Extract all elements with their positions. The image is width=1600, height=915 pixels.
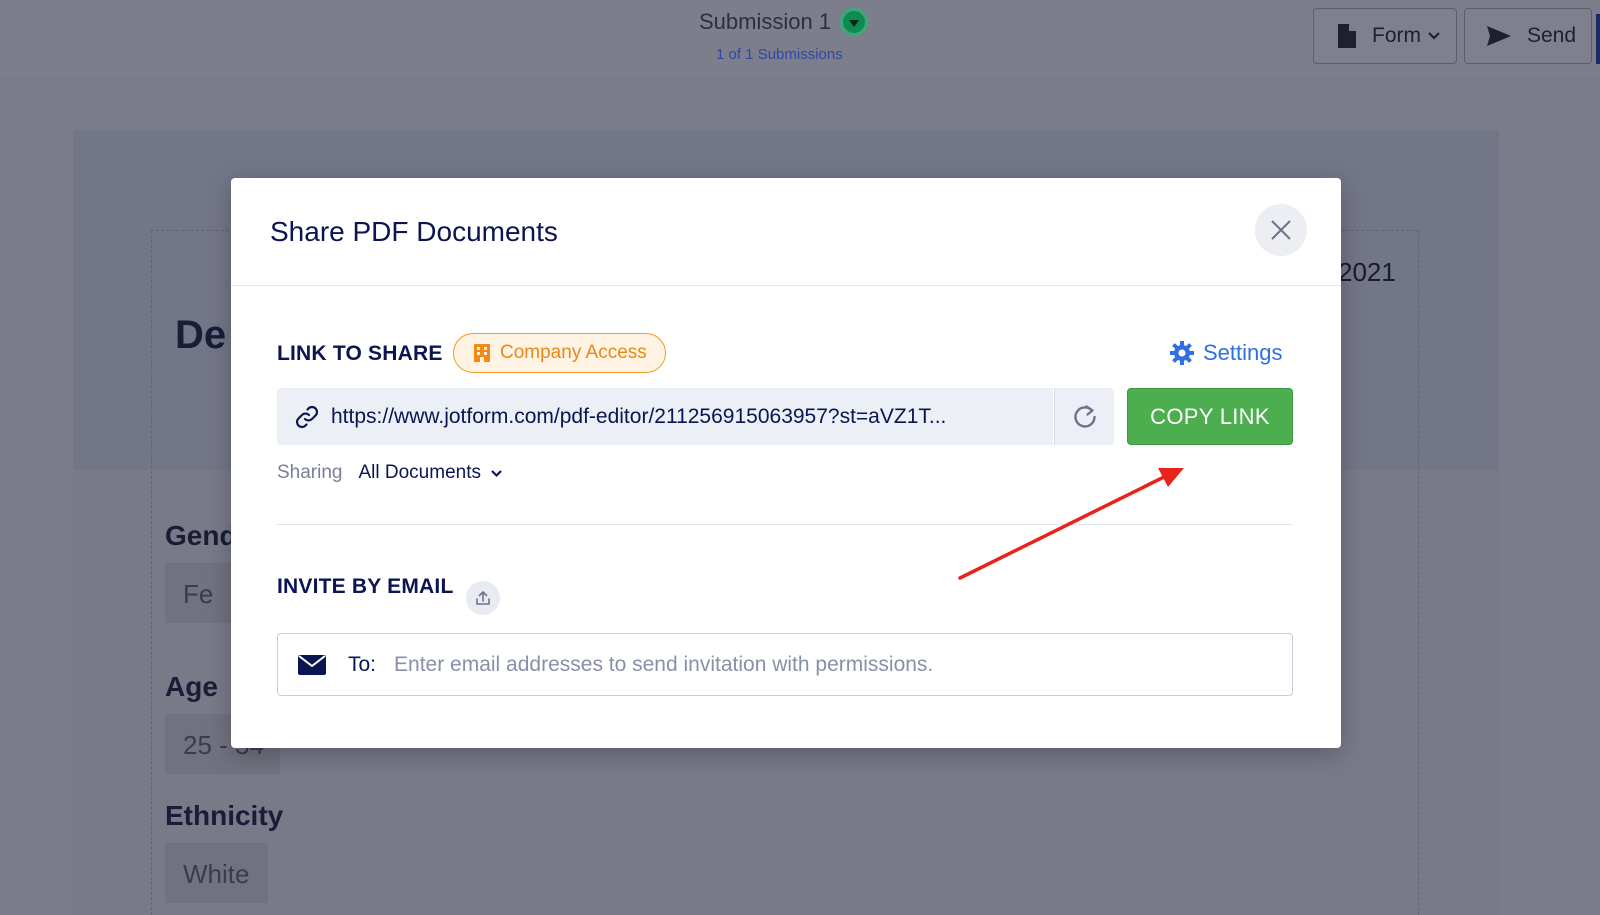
settings-link[interactable]: Settings	[1170, 340, 1283, 366]
link-section-label: LINK TO SHARE	[277, 342, 443, 365]
regenerate-link-button[interactable]	[1054, 388, 1114, 445]
sharing-dropdown[interactable]: All Documents	[359, 462, 504, 484]
submission-selector[interactable]: Submission 1	[699, 8, 869, 36]
form-button[interactable]: Form	[1313, 8, 1457, 64]
submission-count: 1 of 1 Submissions	[716, 46, 843, 63]
upload-button[interactable]	[466, 581, 500, 615]
submission-title: Submission 1	[699, 9, 832, 34]
share-link-url: https://www.jotform.com/pdf-editor/21125…	[331, 404, 947, 428]
document-year: 2021	[1338, 257, 1396, 287]
field-label-gender: Gend	[165, 520, 237, 551]
share-modal: Share PDF Documents LINK TO SHARE Compan…	[231, 178, 1341, 748]
sharing-value: All Documents	[358, 462, 482, 483]
edge-button[interactable]	[1596, 14, 1600, 64]
copy-link-button[interactable]: COPY LINK	[1127, 388, 1293, 445]
top-bar: Submission 1 1 of 1 Submissions Form Sen…	[0, 0, 1600, 75]
form-button-label: Form	[1372, 24, 1421, 47]
gear-icon	[1170, 341, 1194, 365]
share-link-field[interactable]: https://www.jotform.com/pdf-editor/21125…	[277, 388, 1053, 445]
close-button[interactable]	[1255, 204, 1307, 256]
building-icon	[474, 344, 490, 362]
to-label: To:	[348, 652, 377, 676]
send-button-label: Send	[1527, 24, 1577, 47]
email-invite-field[interactable]: To:	[277, 633, 1293, 696]
company-access-label: Company Access	[500, 342, 647, 363]
sharing-label: Sharing	[277, 462, 343, 483]
modal-header: Share PDF Documents	[231, 178, 1341, 286]
chevron-down-icon	[491, 469, 502, 477]
refresh-icon	[1073, 404, 1096, 428]
envelope-icon	[298, 654, 326, 675]
send-icon	[1487, 26, 1511, 46]
chevron-down-icon	[1428, 32, 1440, 40]
sharing-row: Sharing All Documents	[277, 462, 503, 484]
submission-dropdown-icon[interactable]	[840, 8, 869, 36]
invite-section-label: INVITE BY EMAIL	[277, 575, 454, 598]
settings-label: Settings	[1203, 340, 1283, 365]
field-label-ethnicity: Ethnicity	[165, 800, 284, 831]
section-divider	[277, 524, 1293, 525]
field-label-age: Age	[165, 671, 218, 702]
modal-title: Share PDF Documents	[270, 216, 558, 247]
email-input[interactable]	[394, 652, 1255, 677]
field-value-ethnicity: White	[165, 843, 268, 903]
send-button[interactable]: Send	[1464, 8, 1592, 64]
close-icon	[1271, 220, 1291, 240]
document-heading: De	[175, 313, 227, 357]
link-icon	[295, 405, 319, 428]
document-icon	[1338, 24, 1356, 48]
upload-icon	[476, 591, 490, 605]
company-access-badge[interactable]: Company Access	[453, 333, 666, 373]
